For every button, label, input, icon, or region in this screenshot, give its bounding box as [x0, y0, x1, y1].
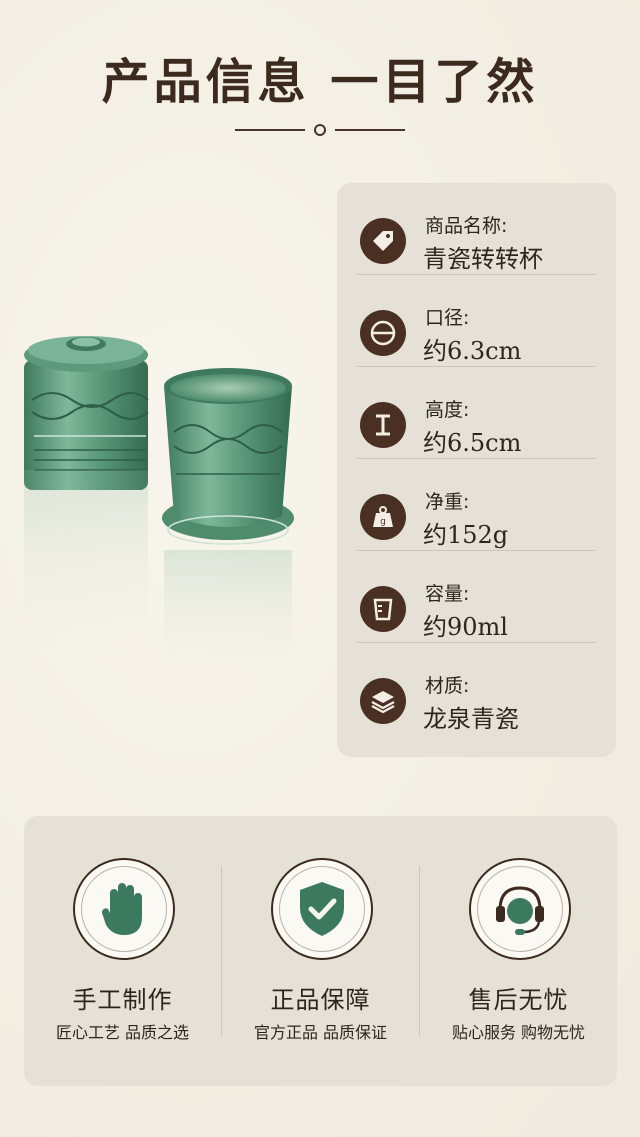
- feature-subtitle: 贴心服务 购物无忧: [451, 1023, 586, 1042]
- spec-label: 商品名称:: [425, 215, 508, 237]
- spec-value: 约152g: [423, 521, 509, 549]
- spec-label: 高度:: [425, 399, 470, 421]
- hand-icon: [73, 858, 175, 960]
- spec-label: 材质:: [425, 675, 470, 697]
- spec-label: 口径:: [425, 307, 470, 329]
- spec-row-capacity: 容量: 约90ml: [337, 551, 616, 643]
- feature-aftersales: 售后无忧 贴心服务 购物无忧: [420, 816, 617, 1086]
- spec-value: 约90ml: [423, 613, 508, 641]
- diameter-icon: [360, 310, 406, 356]
- shield-check-icon: [271, 858, 373, 960]
- product-image: [24, 336, 294, 680]
- headset-icon: [469, 858, 571, 960]
- spec-value: 约6.3cm: [423, 337, 522, 365]
- product-info-page: 产品信息 一目了然 商品名称: 青瓷转转杯 口径: 约6.3cm 高度: 约6.…: [0, 0, 640, 1137]
- lidded-cup: [24, 336, 149, 660]
- layers-icon: [360, 678, 406, 724]
- spec-card: 商品名称: 青瓷转转杯 口径: 约6.3cm 高度: 约6.5cm g 净重:: [337, 183, 616, 757]
- feature-handmade: 手工制作 匠心工艺 品质之选: [24, 816, 221, 1086]
- spec-row-material: 材质: 龙泉青瓷: [337, 643, 616, 735]
- height-icon: [360, 402, 406, 448]
- weight-icon: g: [360, 494, 406, 540]
- spec-value: 约6.5cm: [423, 429, 522, 457]
- price-tag-icon: [360, 218, 406, 264]
- page-title: 产品信息 一目了然: [101, 54, 539, 110]
- title-divider: [235, 124, 405, 136]
- spec-value: 龙泉青瓷: [423, 705, 519, 733]
- spec-row-weight: g 净重: 约152g: [337, 459, 616, 551]
- feature-title: 正品保障: [270, 986, 371, 1014]
- spec-label: 容量:: [425, 583, 470, 605]
- spec-row-name: 商品名称: 青瓷转转杯: [337, 183, 616, 275]
- measuring-cup-icon: [360, 586, 406, 632]
- feature-title: 手工制作: [72, 986, 173, 1014]
- feature-title: 售后无忧: [468, 986, 569, 1014]
- spec-row-diameter: 口径: 约6.3cm: [337, 275, 616, 367]
- spec-value: 青瓷转转杯: [423, 245, 543, 273]
- svg-text:g: g: [380, 517, 386, 527]
- features-card: 手工制作 匠心工艺 品质之选 正品保障 官方正品 品质保证 售后无忧 贴心服务 …: [24, 816, 617, 1086]
- feature-authentic: 正品保障 官方正品 品质保证: [222, 816, 419, 1086]
- feature-subtitle: 匠心工艺 品质之选: [55, 1023, 190, 1042]
- feature-subtitle: 官方正品 品质保证: [253, 1023, 388, 1042]
- spec-label: 净重:: [425, 491, 470, 513]
- spec-row-height: 高度: 约6.5cm: [337, 367, 616, 459]
